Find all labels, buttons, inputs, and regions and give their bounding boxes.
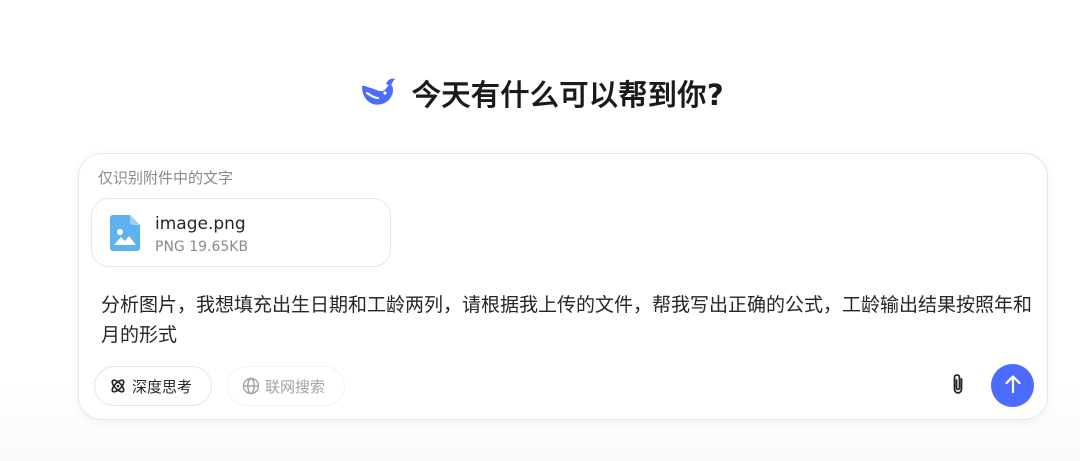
page-header: 今天有什么可以帮到你?: [0, 70, 1080, 116]
ocr-hint-text: 仅识别附件中的文字: [98, 169, 234, 187]
deep-think-button[interactable]: 深度思考: [94, 366, 212, 406]
attachment-card[interactable]: image.png PNG 19.65KB: [91, 198, 391, 267]
image-file-icon: [110, 215, 140, 251]
globe-icon: [242, 377, 260, 395]
web-search-button[interactable]: 联网搜索: [227, 366, 345, 406]
atom-icon: [109, 377, 127, 395]
whale-logo-icon: [356, 76, 398, 110]
arrow-up-icon: [1004, 374, 1022, 398]
deep-think-label: 深度思考: [132, 377, 193, 396]
message-input[interactable]: 分析图片，我想填充出生日期和工龄两列，请根据我上传的文件，帮我写出正确的公式，工…: [101, 290, 1036, 350]
page-title: 今天有什么可以帮到你?: [411, 78, 725, 112]
web-search-label: 联网搜索: [265, 377, 326, 396]
attachment-file-meta: PNG 19.65KB: [155, 239, 249, 255]
attach-button[interactable]: [945, 373, 971, 399]
send-button[interactable]: [991, 364, 1034, 407]
paperclip-icon: [949, 372, 967, 400]
attachment-file-name: image.png: [155, 214, 246, 234]
chat-composer: 仅识别附件中的文字 image.png PNG 19.65KB 分析图片，我想填…: [78, 153, 1048, 420]
